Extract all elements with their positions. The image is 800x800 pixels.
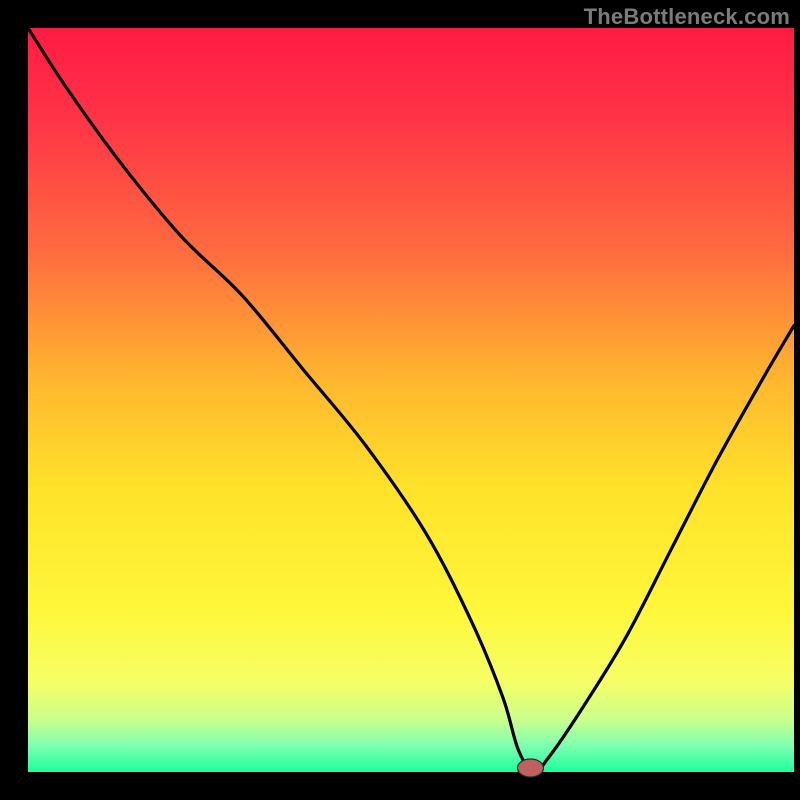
watermark-label: TheBottleneck.com (584, 4, 790, 30)
bottleneck-chart (0, 0, 800, 800)
plot-area (28, 28, 794, 772)
optimum-marker (517, 759, 543, 777)
chart-container: { "watermark": "TheBottleneck.com", "plo… (0, 0, 800, 800)
